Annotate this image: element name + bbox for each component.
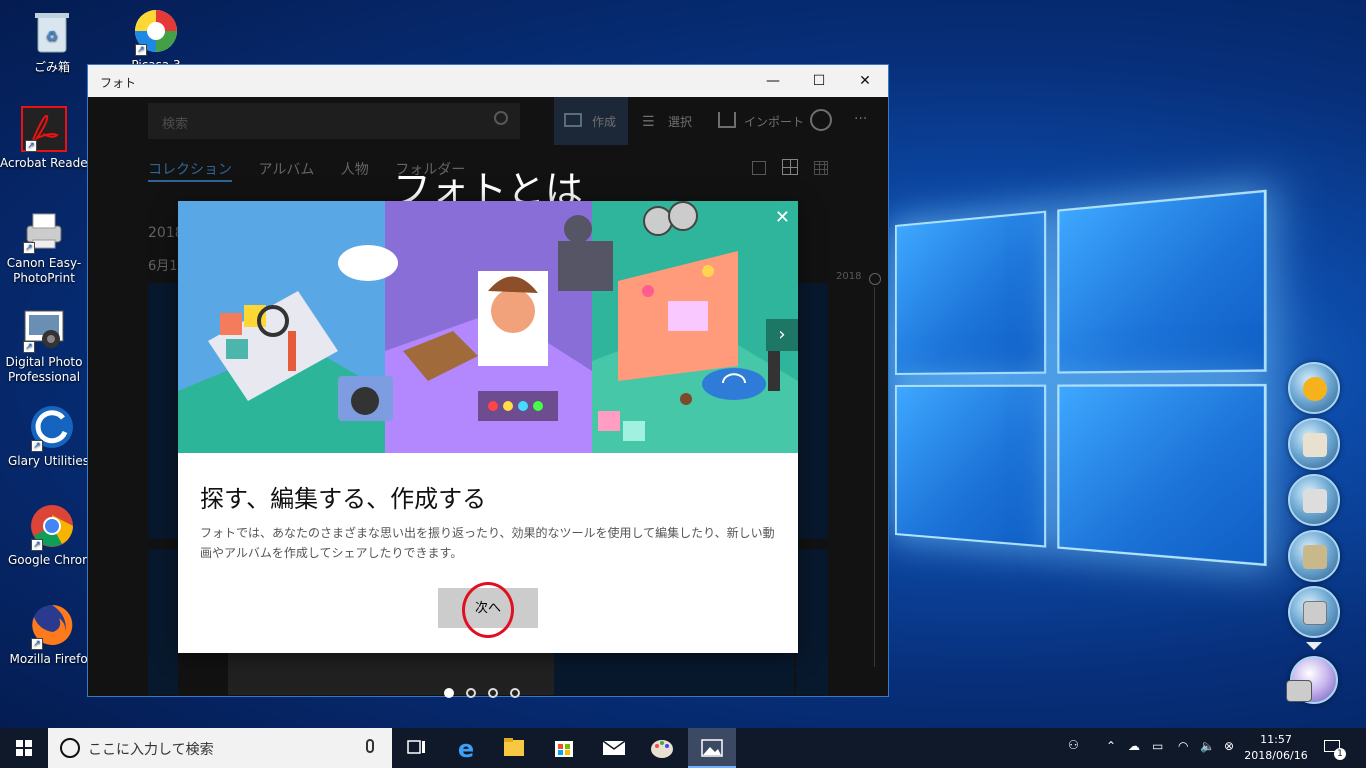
gadget-launcher[interactable] [1286,656,1338,704]
maximize-button[interactable]: ☐ [796,65,842,97]
window-title: フォト [100,76,137,90]
task-view-icon [407,740,425,754]
shortcut-arrow-icon: ↗ [31,539,43,551]
shortcut-arrow-icon: ↗ [31,440,43,452]
windows-logo-wallpaper [895,189,1267,591]
chrome-icon: ↗ [29,503,75,551]
minimize-button[interactable]: — [750,65,796,97]
desktop-icon-acrobat[interactable]: ↗ Acrobat Reader [0,106,88,170]
dialog-close-button[interactable]: ✕ [775,207,790,228]
action-center-button[interactable]: 1 [1320,736,1348,762]
photos-icon [701,739,723,757]
clock-time: 11:57 [1260,733,1292,746]
taskbar-clock[interactable]: 11:57 2018/06/16 [1244,732,1308,764]
dialog-title: 探す、編集する、作成する [200,485,487,513]
annotation-red-circle [462,582,514,638]
shortcut-arrow-icon: ↗ [23,242,35,254]
people-icon[interactable]: ⚇ [1068,738,1079,768]
svg-text:♻: ♻ [46,29,59,45]
paint-palette-icon [651,740,673,758]
folder-icon [504,738,524,756]
gadget-photos-3[interactable] [1288,530,1340,582]
photos-icon [1303,433,1327,457]
desktop-icon-google-chrome[interactable]: ↗ Google Chrome [8,503,96,567]
shortcut-arrow-icon: ↗ [135,44,147,56]
gadget-wifi[interactable] [1288,362,1340,414]
windows-start-icon [16,740,32,756]
task-view-button[interactable] [392,728,440,768]
page-dot-2[interactable] [466,688,476,698]
firefox-icon: ↗ [29,602,75,650]
gadget-photos-1[interactable] [1288,418,1340,470]
wifi-network-icon[interactable]: ◠ [1178,739,1188,768]
taskbar-paint[interactable] [638,728,686,768]
taskbar-search-text: ここに入力して検索 [88,742,214,758]
taskbar-file-explorer[interactable] [490,728,538,768]
clock-date: 2018/06/16 [1244,749,1308,762]
window-titlebar: フォト — ☐ ✕ [88,65,888,97]
glary-utilities-icon: ↗ [29,404,75,452]
microphone-icon[interactable] [366,739,374,753]
show-hidden-icons-chevron-icon[interactable]: ⌃ [1106,739,1116,768]
desktop-icon-mozilla-firefox[interactable]: ↗ Mozilla Firefox [8,602,96,666]
onedrive-cloud-icon[interactable]: ☁ [1128,739,1140,768]
page-dot-4[interactable] [510,688,520,698]
svg-text:e: e [458,735,474,763]
gadget-photos-2[interactable] [1288,474,1340,526]
shortcut-arrow-icon: ↗ [25,140,37,152]
no-connection-icon[interactable]: ⊗ [1224,739,1234,768]
volume-icon[interactable]: 🔈 [1200,739,1215,768]
picasa-icon: ↗ [133,8,179,56]
carousel-page-indicator [444,683,532,702]
shortcut-arrow-icon: ↗ [31,638,43,650]
intro-illustration: ✕ › [178,201,798,453]
start-button[interactable] [0,728,48,768]
taskbar-search-box[interactable]: ここに入力して検索 [48,728,392,768]
gadget-menu[interactable] [1288,586,1340,638]
battery-icon[interactable]: ▭ [1152,739,1163,768]
gadget-expand-arrow-icon[interactable] [1306,642,1322,650]
shortcut-arrow-icon: ↗ [23,341,35,353]
edge-icon: e [458,735,474,763]
menu-card-icon [1286,680,1312,702]
recycle-bin-icon: ♻ [29,8,75,54]
dialog-body-text: フォトでは、あなたのさまざまな思い出を振り返ったり、効果的なツールを使用して編集… [200,526,775,560]
desktop-icon-canon-easy-photoprint[interactable]: ↗ Canon Easy-PhotoPrint [0,206,88,286]
photos-icon [1303,545,1327,569]
wifi-icon [1303,377,1327,401]
taskbar: ここに入力して検索 e ⚇ ⌃ ☁ ▭ ◠ 🔈 ⊗ 11:57 2018/06/… [0,728,1366,768]
taskbar-edge[interactable]: e [442,728,490,768]
printer-icon: ↗ [21,206,67,254]
desktop-icon-recycle-bin[interactable]: ♻ ごみ箱 [8,8,96,75]
taskbar-mail[interactable] [590,728,638,768]
store-icon [555,741,573,757]
cortana-icon [60,738,80,758]
menu-card-icon [1303,601,1327,625]
taskbar-photos[interactable] [688,728,736,768]
page-dot-1[interactable] [444,688,454,698]
carousel-next-arrow-icon[interactable]: › [766,319,798,351]
close-button[interactable]: ✕ [842,65,888,97]
desktop-icon-glary-utilities[interactable]: ↗ Glary Utilities 5 [8,404,96,468]
desktop-icon-digital-photo-professional[interactable]: ↗ Digital Photo Professional [0,305,88,385]
photos-icon [1303,489,1327,513]
acrobat-reader-icon: ↗ [21,106,67,152]
mail-icon [602,740,626,755]
desktop-icon-picasa[interactable]: ↗ Picasa 3 [112,8,200,64]
page-dot-3[interactable] [488,688,498,698]
camera-photo-icon: ↗ [21,305,67,353]
taskbar-store[interactable] [540,728,588,768]
notification-count-badge: 1 [1334,748,1346,760]
